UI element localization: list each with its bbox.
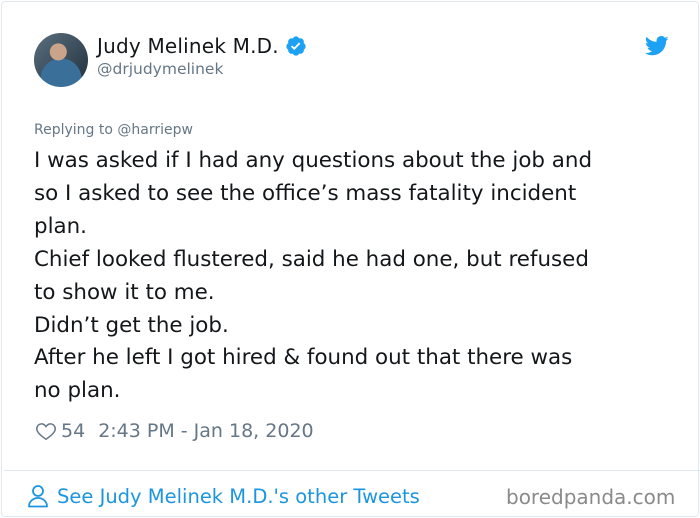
person-icon <box>28 485 48 508</box>
heart-icon[interactable] <box>35 420 57 442</box>
like-count[interactable]: 54 <box>61 420 85 442</box>
author-name-row[interactable]: Judy Melinek M.D. <box>97 34 307 58</box>
tweet-meta: 54 2:43 PM - Jan 18, 2020 <box>35 420 314 442</box>
twitter-bird-icon[interactable] <box>645 36 669 56</box>
tweet-text-line: so I asked to see the office’s mass fata… <box>34 180 577 206</box>
see-other-tweets-label[interactable]: See Judy Melinek M.D.'s other Tweets <box>57 485 420 508</box>
tweet-text-line: no plan. <box>34 378 121 404</box>
divider <box>4 470 700 471</box>
tweet-text: I was asked if I had any questions about… <box>34 145 674 408</box>
author-handle[interactable]: @drjudymelinek <box>97 60 223 78</box>
timestamp[interactable]: 2:43 PM - Jan 18, 2020 <box>98 420 313 442</box>
tweet-text-line: plan. <box>34 213 87 239</box>
tweet-text-line: I was asked if I had any questions about… <box>34 148 593 173</box>
see-other-tweets-link[interactable]: See Judy Melinek M.D.'s other Tweets <box>27 484 420 508</box>
avatar[interactable] <box>34 33 88 87</box>
tweet-text-line: Chief looked flustered, said he had one,… <box>34 246 589 272</box>
tweet-text-line: to show it to me. <box>34 279 215 305</box>
watermark: boredpanda.com <box>506 485 676 509</box>
tweet-text-line: After he left I got hired & found out th… <box>34 345 573 371</box>
tweet-card: Judy Melinek M.D. @drjudymelinek Replyin… <box>1 1 700 517</box>
tweet-text-line: Didn’t get the job. <box>34 312 229 338</box>
verified-icon <box>286 36 306 56</box>
author-display-name[interactable]: Judy Melinek M.D. <box>97 34 279 58</box>
replying-to[interactable]: Replying to @harriepw <box>34 122 193 138</box>
